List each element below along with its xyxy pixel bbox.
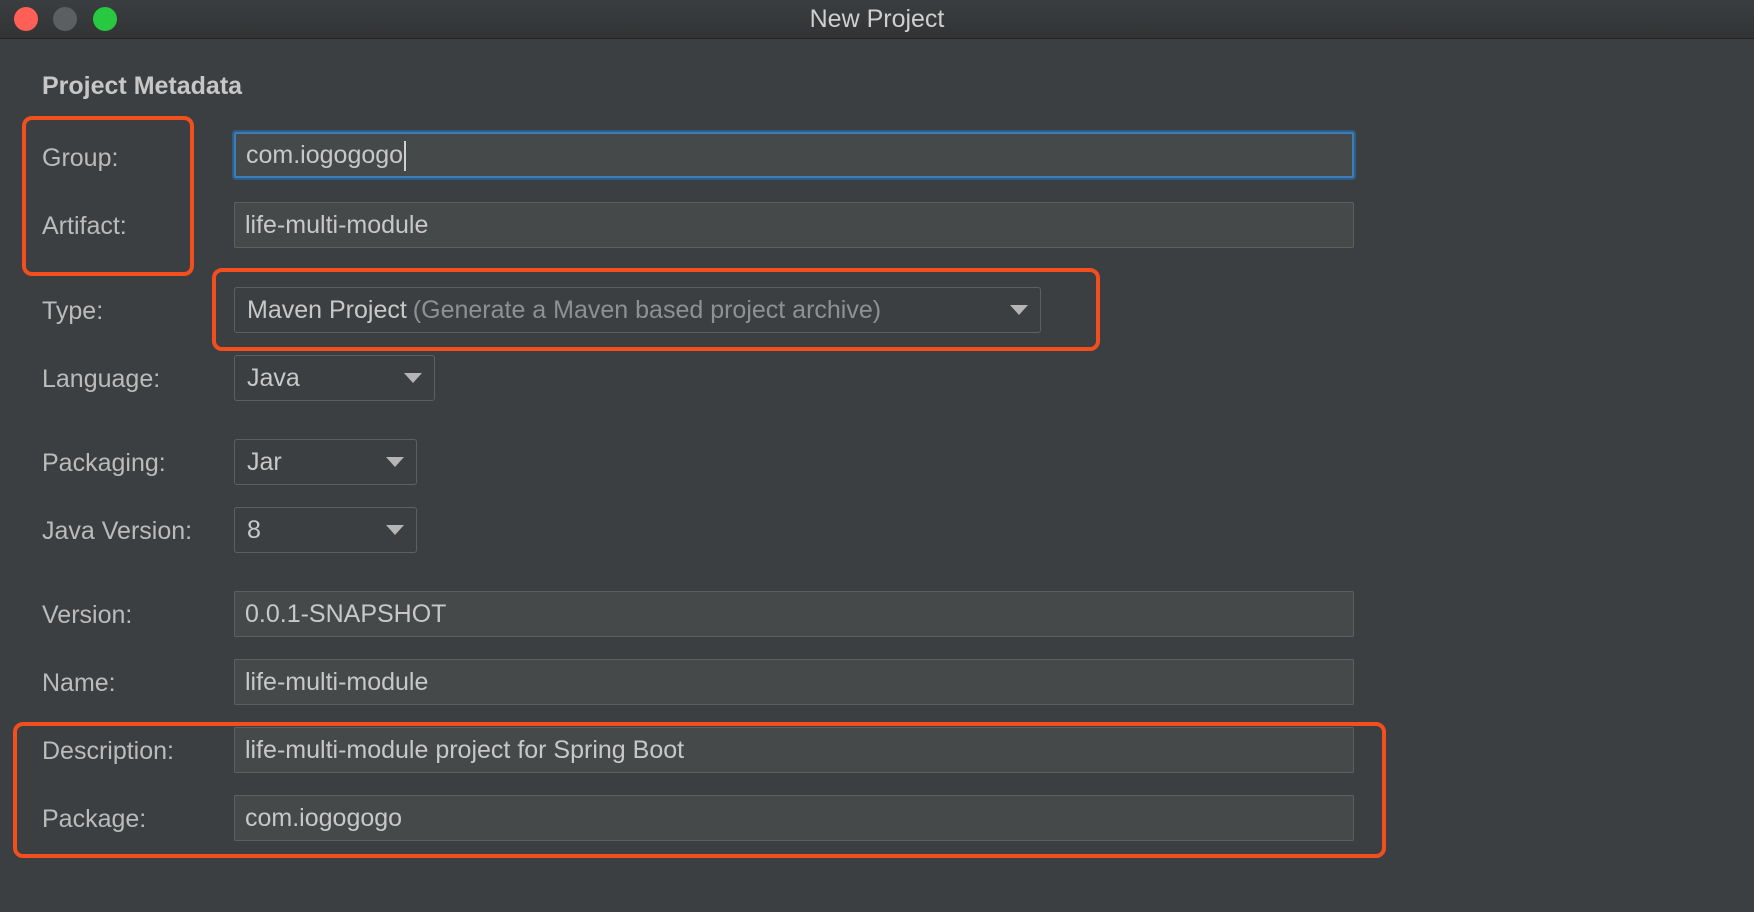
chevron-down-icon — [386, 457, 404, 467]
language-dropdown[interactable]: Java — [234, 355, 435, 401]
text-caret — [404, 141, 407, 172]
group-field[interactable]: com.iogogogo — [234, 132, 1354, 178]
name-label: Name: — [42, 669, 116, 697]
title-bar: New Project — [0, 0, 1754, 39]
highlight-box-type — [212, 268, 1100, 351]
highlight-box-description-package — [13, 722, 1386, 858]
type-label: Type: — [42, 297, 104, 325]
language-value: Java — [247, 364, 300, 392]
packaging-value: Jar — [247, 448, 282, 476]
packaging-label: Packaging: — [42, 449, 166, 477]
chevron-down-icon — [404, 373, 422, 383]
artifact-field[interactable]: life-multi-module — [234, 202, 1354, 248]
version-field[interactable]: 0.0.1-SNAPSHOT — [234, 591, 1354, 637]
java-version-value: 8 — [247, 516, 261, 544]
language-label: Language: — [42, 365, 161, 393]
java-version-dropdown[interactable]: 8 — [234, 507, 417, 553]
section-title: Project Metadata — [42, 72, 243, 100]
highlight-box-group-artifact — [22, 116, 194, 276]
name-field[interactable]: life-multi-module — [234, 659, 1354, 705]
java-version-label: Java Version: — [42, 517, 193, 545]
packaging-dropdown[interactable]: Jar — [234, 439, 417, 485]
version-label: Version: — [42, 601, 133, 629]
chevron-down-icon — [386, 525, 404, 535]
window-title: New Project — [809, 5, 945, 33]
group-value: com.iogogogo — [246, 141, 404, 169]
